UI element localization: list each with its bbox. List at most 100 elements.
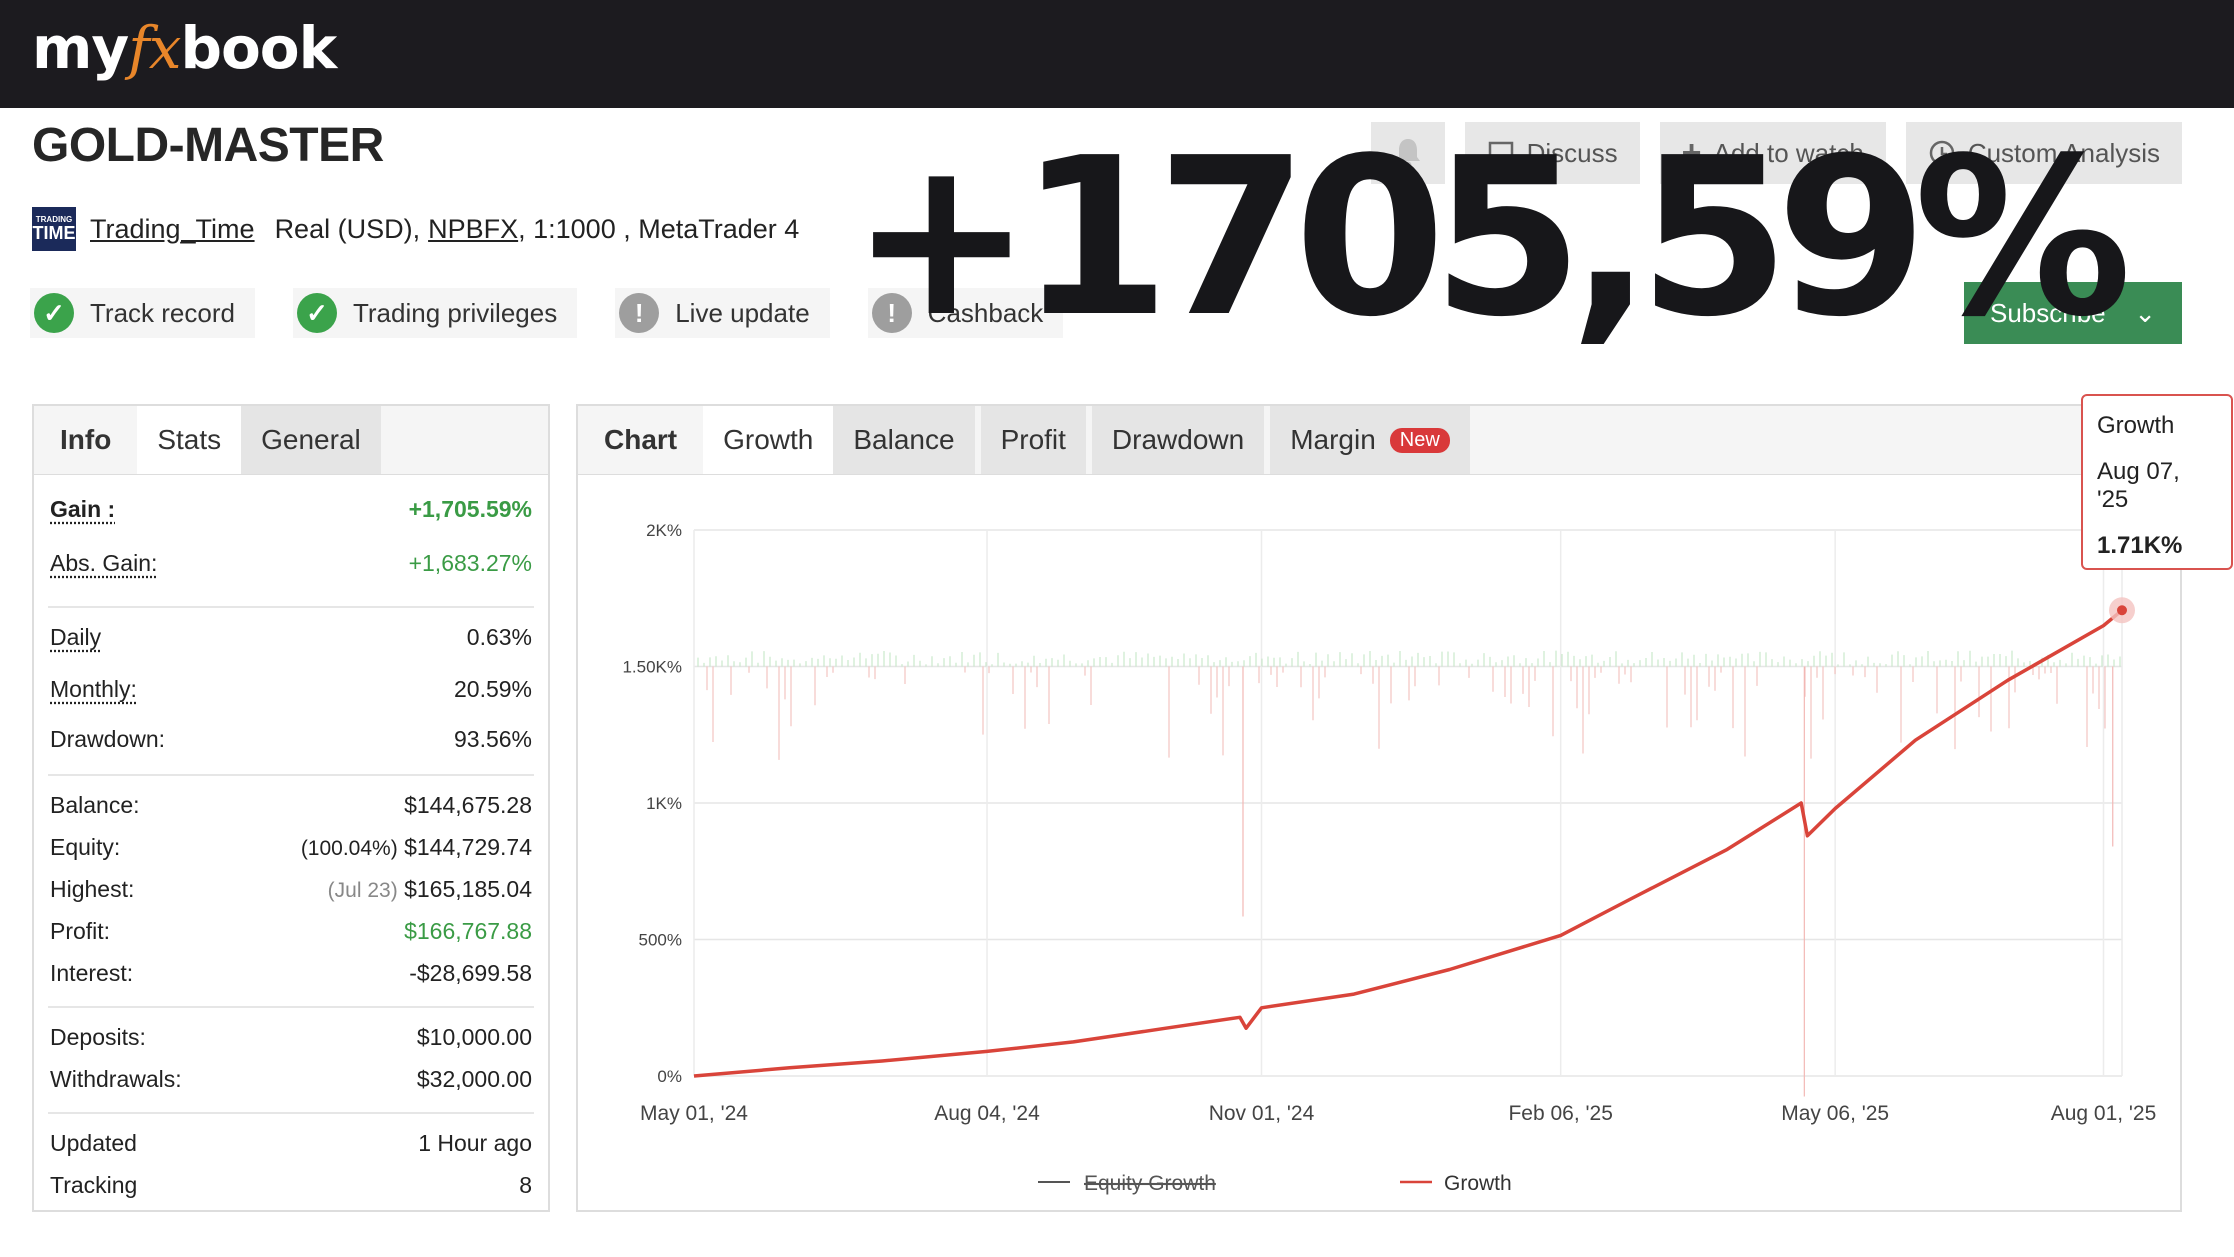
- legend-label-growth: Growth: [1444, 1172, 1512, 1195]
- tooltip-date: Aug 07, '25: [2097, 458, 2180, 513]
- gain-headline: +1705,59%: [850, 112, 2132, 365]
- stat-label: Profit:: [50, 918, 111, 944]
- x-tick-label: Nov 01, '24: [1209, 1102, 1315, 1125]
- stat-deposits: Deposits: $10,000.00: [50, 1024, 532, 1051]
- stat-value: $144,675.28: [404, 792, 532, 818]
- stat-equity: Equity: (100.04%) $144,729.74: [50, 834, 532, 861]
- tab-margin[interactable]: Margin New: [1270, 406, 1470, 474]
- stat-label: Highest:: [50, 876, 135, 902]
- divider: [48, 1006, 534, 1008]
- stat-profit: Profit: $166,767.88: [50, 918, 532, 945]
- tab-info[interactable]: Info: [34, 406, 137, 474]
- myfxbook-logo[interactable]: myfxbook: [32, 14, 337, 82]
- y-tick-label: 2K%: [646, 521, 682, 540]
- stat-label[interactable]: Abs. Gain:: [50, 550, 157, 577]
- tab-balance[interactable]: Balance: [833, 406, 975, 474]
- badge-live-update[interactable]: ! Live update: [615, 288, 830, 338]
- check-circle-icon: ✓: [34, 293, 74, 333]
- stats-tabs: Info Stats General: [34, 406, 548, 475]
- stat-drawdown: Drawdown: 93.56%: [50, 726, 532, 753]
- tab-general[interactable]: General: [241, 406, 381, 474]
- stat-label[interactable]: Monthly:: [50, 676, 137, 703]
- stat-monthly: Monthly: 20.59%: [50, 676, 532, 703]
- logo-text-my: my: [32, 14, 129, 82]
- badge-label: Track record: [90, 297, 235, 328]
- stat-abs-gain: Abs. Gain: +1,683.27%: [50, 550, 532, 577]
- account-type: Real (USD),: [274, 213, 421, 244]
- badge-label: Live update: [675, 297, 810, 328]
- stat-label: Balance:: [50, 792, 140, 818]
- stat-label: Equity:: [50, 834, 121, 860]
- stat-value: 20.59%: [453, 676, 532, 702]
- tab-drawdown[interactable]: Drawdown: [1091, 406, 1265, 474]
- stat-value: $144,729.74: [404, 834, 532, 860]
- stat-label: Updated: [50, 1130, 137, 1156]
- divider: [48, 774, 534, 776]
- stat-label: Deposits:: [50, 1024, 146, 1050]
- stat-value: $165,185.04: [404, 876, 532, 902]
- stat-subvalue: (Jul 23): [327, 879, 398, 902]
- exclamation-circle-icon: !: [619, 293, 660, 333]
- owner-avatar[interactable]: TRADING TIME: [32, 207, 76, 251]
- badge-track-record[interactable]: ✓ Track record: [30, 288, 255, 338]
- tab-stats[interactable]: Stats: [137, 406, 242, 474]
- top-navigation-bar: myfxbook: [0, 0, 2234, 108]
- y-tick-label: 1K%: [646, 794, 682, 813]
- stat-interest: Interest: -$28,699.58: [50, 960, 532, 987]
- tooltip-value: 1.71K%: [2097, 532, 2183, 559]
- stat-gain: Gain : +1,705.59%: [50, 496, 532, 523]
- stat-label[interactable]: Gain :: [50, 496, 115, 523]
- divider: [48, 606, 534, 608]
- owner-avatar-big-text: TIME: [32, 223, 76, 243]
- stat-value: +1,683.27%: [408, 550, 532, 576]
- stat-daily: Daily 0.63%: [50, 624, 532, 651]
- stat-value: 0.63%: [466, 624, 532, 650]
- chart-tooltip: Growth Aug 07, '25 1.71K%: [2081, 394, 2233, 570]
- stat-highest: Highest: (Jul 23) $165,185.04: [50, 876, 532, 903]
- legend-label-equity: Equity Growth: [1084, 1172, 1216, 1195]
- stat-withdrawals: Withdrawals: $32,000.00: [50, 1066, 532, 1093]
- badge-trading-privileges[interactable]: ✓ Trading privileges: [292, 288, 578, 338]
- broker-link[interactable]: NPBFX: [428, 214, 518, 245]
- growth-line: [693, 608, 2124, 1078]
- stat-updated: Updated 1 Hour ago: [50, 1130, 532, 1157]
- stat-value: -$28,699.58: [409, 960, 532, 986]
- x-tick-label: May 01, '24: [640, 1102, 748, 1125]
- stat-value: 8: [519, 1172, 532, 1198]
- check-circle-icon: ✓: [296, 293, 337, 333]
- stat-label[interactable]: Daily: [50, 624, 101, 651]
- stat-label: Withdrawals:: [50, 1066, 182, 1092]
- chart-panel: Chart Growth Balance Profit Drawdown Mar…: [576, 404, 2182, 1212]
- stat-balance: Balance: $144,675.28: [50, 792, 532, 819]
- growth-chart[interactable]: 0% 500% 1K% 1.50K% 2K% May 01, '24 Aug 04, '24…: [578, 476, 2180, 1210]
- y-tick-label: 1.50K%: [622, 658, 682, 677]
- logo-text-fx: fx: [128, 14, 181, 82]
- chevron-down-icon: ⌄: [2134, 297, 2156, 328]
- tab-profit[interactable]: Profit: [980, 406, 1086, 474]
- stat-label: Tracking: [50, 1172, 138, 1198]
- stat-value: +1,705.59%: [408, 496, 532, 522]
- divider: [48, 1112, 534, 1114]
- stat-value: 1 Hour ago: [418, 1130, 532, 1156]
- y-tick-label: 500%: [639, 931, 682, 950]
- x-tick-label: Feb 06, '25: [1508, 1102, 1612, 1125]
- tooltip-series: Growth: [2097, 412, 2175, 439]
- stat-value: 93.56%: [453, 726, 532, 752]
- x-tick-label: Aug 04, '24: [934, 1102, 1040, 1125]
- stat-value: $32,000.00: [416, 1066, 532, 1092]
- owner-link[interactable]: Trading_Time: [90, 214, 255, 245]
- stat-label: Drawdown:: [50, 726, 166, 752]
- tab-chart[interactable]: Chart: [578, 406, 703, 474]
- system-title: GOLD-MASTER: [32, 119, 384, 172]
- logo-text-book: book: [180, 14, 337, 82]
- stat-tracking: Tracking 8: [50, 1172, 532, 1199]
- system-owner-line: TRADING TIME Trading_Time Real (USD), NP…: [32, 206, 799, 252]
- y-tick-label: 0%: [657, 1067, 682, 1086]
- growth-point: [2117, 605, 2127, 616]
- stat-subvalue: (100.04%): [300, 837, 398, 860]
- tab-growth[interactable]: Growth: [703, 406, 834, 474]
- stat-value: $10,000.00: [416, 1024, 532, 1050]
- badge-label: Trading privileges: [352, 297, 558, 328]
- x-tick-label: Aug 01, '25: [2051, 1102, 2157, 1125]
- tab-margin-label: Margin: [1290, 424, 1376, 455]
